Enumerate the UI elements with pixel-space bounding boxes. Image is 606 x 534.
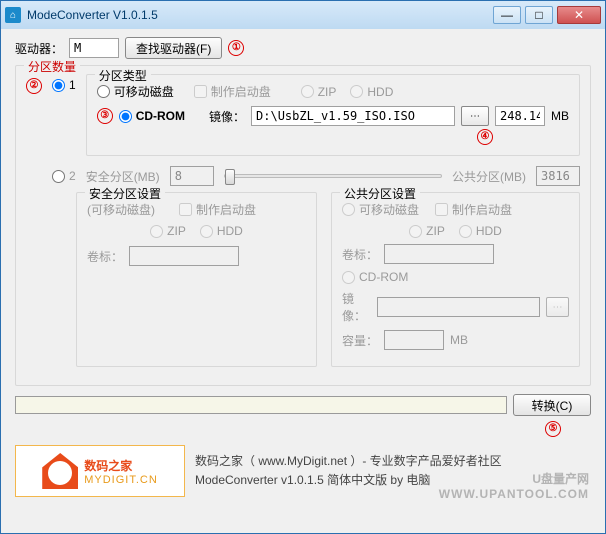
- marker-1: ①: [228, 40, 244, 56]
- logo: 数码之家 MYDIGIT.CN: [15, 445, 185, 497]
- progress-bar: [15, 396, 507, 414]
- radio-cdrom[interactable]: CD-ROM: [119, 109, 185, 123]
- public-partition-label: 公共分区(MB): [452, 168, 526, 185]
- logo-url: MYDIGIT.CN: [84, 474, 158, 486]
- radio-zip-1: ZIP: [301, 85, 337, 99]
- convert-button[interactable]: 转换(C): [513, 394, 591, 416]
- safe-settings-legend: 安全分区设置: [85, 185, 165, 202]
- pub-vol-input: [384, 244, 494, 264]
- window-title: ModeConverter V1.0.1.5: [27, 8, 493, 22]
- pub-image-label: 镜像：: [342, 290, 371, 324]
- safe-partition-input: [170, 166, 214, 186]
- browse-icon[interactable]: ⋯: [461, 106, 489, 126]
- driver-input[interactable]: [69, 38, 119, 58]
- image-size-input[interactable]: [495, 106, 545, 126]
- logo-brand: 数码之家: [84, 457, 158, 474]
- safe-vol-label: 卷标：: [87, 248, 123, 265]
- browse-icon-pub: ⋯: [546, 297, 569, 317]
- radio-removable-pub: 可移动磁盘: [342, 201, 419, 218]
- radio-zip-safe: ZIP: [150, 224, 186, 238]
- app-icon: ⌂: [5, 7, 21, 23]
- marker-4: ④: [477, 129, 493, 145]
- marker-5: ⑤: [545, 421, 561, 437]
- pub-capacity-input: [384, 330, 444, 350]
- size-unit: MB: [551, 109, 569, 123]
- partition-slider: [224, 174, 442, 178]
- safe-subtitle: (可移动磁盘): [87, 201, 155, 218]
- radio-hdd-pub: HDD: [459, 224, 502, 238]
- public-settings-legend: 公共分区设置: [340, 185, 420, 202]
- safe-vol-input: [129, 246, 239, 266]
- pub-capacity-label: 容量：: [342, 332, 378, 349]
- radio-zip-pub: ZIP: [409, 224, 445, 238]
- credits: 数码之家（ www.MyDigit.net ）- 专业数字产品爱好者社区 Mod…: [195, 452, 502, 490]
- find-driver-button[interactable]: 查找驱动器(F): [125, 37, 222, 59]
- radio-removable[interactable]: 可移动磁盘: [97, 83, 174, 100]
- close-button[interactable]: ✕: [557, 6, 601, 24]
- logo-icon: [42, 453, 78, 489]
- pub-image-input: [377, 297, 540, 317]
- marker-2: ②: [26, 78, 42, 94]
- titlebar: ⌂ ModeConverter V1.0.1.5 — □ ✕: [1, 1, 605, 29]
- checkbox-make-boot-1: 制作启动盘: [194, 83, 271, 100]
- radio-option-1[interactable]: 1: [52, 78, 76, 92]
- radio-hdd-1: HDD: [350, 85, 393, 99]
- partition-type-legend: 分区类型: [95, 67, 151, 84]
- minimize-button[interactable]: —: [493, 6, 521, 24]
- checkbox-make-boot-pub: 制作启动盘: [435, 201, 512, 218]
- pub-vol-label: 卷标：: [342, 246, 378, 263]
- partition-count-legend: 分区数量: [24, 58, 80, 75]
- pub-capacity-unit: MB: [450, 333, 468, 347]
- slider-thumb: [225, 169, 235, 185]
- credits-line1: 数码之家（ www.MyDigit.net ）- 专业数字产品爱好者社区: [195, 452, 502, 471]
- image-label: 镜像：: [209, 108, 245, 125]
- checkbox-make-boot-safe: 制作启动盘: [179, 201, 256, 218]
- radio-cdrom-pub: CD-ROM: [342, 270, 408, 284]
- radio-hdd-safe: HDD: [200, 224, 243, 238]
- maximize-button[interactable]: □: [525, 6, 553, 24]
- marker-3: ③: [97, 108, 113, 124]
- radio-option-2[interactable]: 2: [52, 169, 76, 183]
- public-partition-input: [536, 166, 580, 186]
- credits-line2: ModeConverter v1.0.1.5 简体中文版 by 电脑: [195, 471, 502, 490]
- driver-label: 驱动器：: [15, 40, 63, 57]
- image-path-input[interactable]: [251, 106, 455, 126]
- safe-partition-label: 安全分区(MB): [86, 168, 160, 185]
